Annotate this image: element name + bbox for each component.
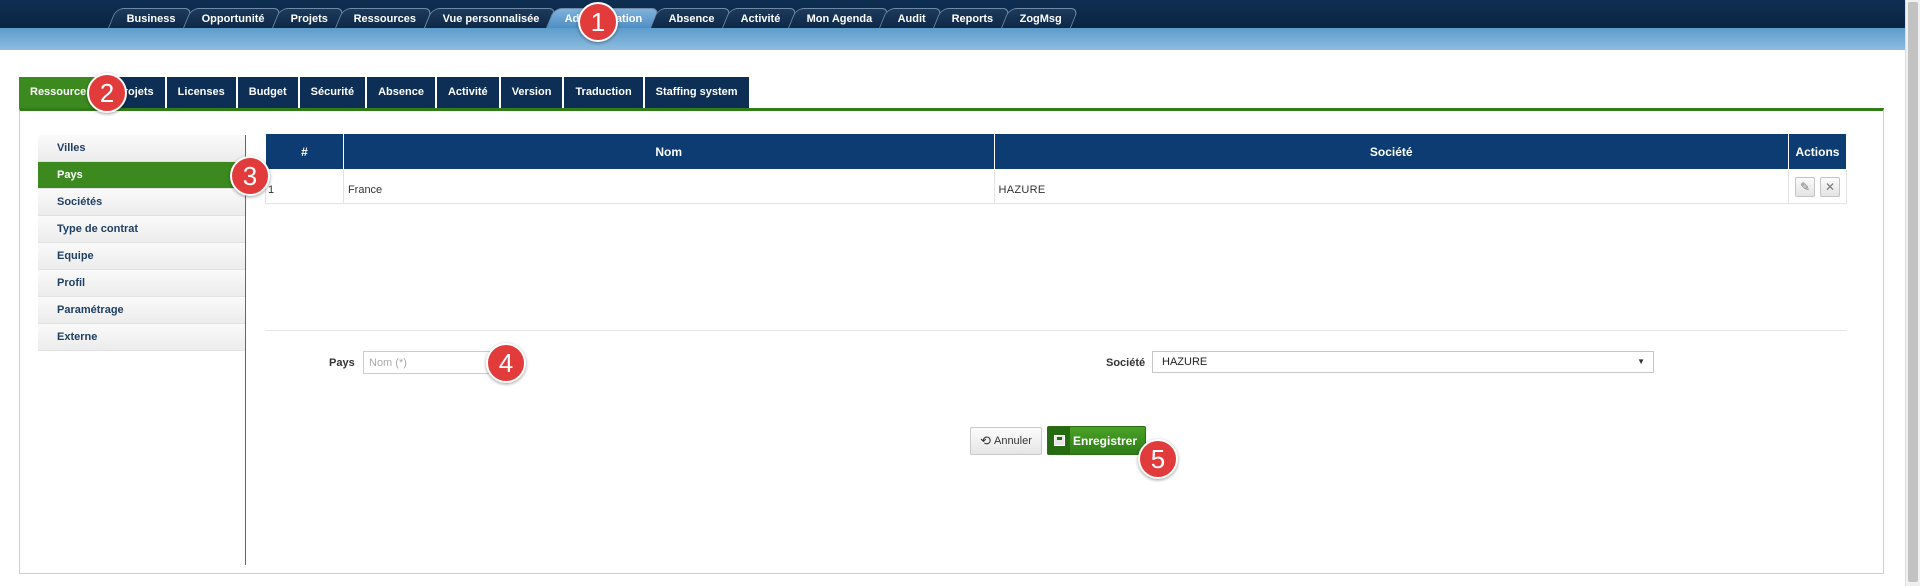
scrollbar-thumb[interactable] <box>1908 2 1918 582</box>
column-header-actions: Actions <box>1787 133 1848 170</box>
top-tab-zogmsg[interactable]: ZogMsg <box>1000 8 1080 28</box>
column-header-societe[interactable]: Société <box>993 133 1789 170</box>
callout-marker-5: 5 <box>1138 439 1178 479</box>
sidebar-item-equipe[interactable]: Equipe <box>38 243 245 270</box>
cancel-button-label: Annuler <box>993 435 1032 447</box>
top-tab-absence[interactable]: Absence <box>649 8 732 28</box>
sidebar-item-parametrage[interactable]: Paramétrage <box>38 297 245 324</box>
sidebar-divider <box>245 135 246 565</box>
sidebar-item-villes[interactable]: Villes <box>38 135 245 162</box>
table-row[interactable]: 1 France HAZURE ✎ ✕ <box>265 169 1848 204</box>
table-header-row: # Nom Société Actions <box>265 133 1848 170</box>
societe-select[interactable]: HAZURE ▼ <box>1152 351 1654 373</box>
top-tab-activite[interactable]: Activité <box>721 8 798 28</box>
sidebar-item-societes[interactable]: Sociétés <box>38 189 245 216</box>
sidebar-item-pays[interactable]: Pays <box>38 162 245 189</box>
sidebar-menu: Villes Pays Sociétés Type de contrat Equ… <box>38 135 245 351</box>
top-tab-label: Opportunité <box>201 13 265 25</box>
subtab-absence[interactable]: Absence <box>367 77 435 108</box>
subtab-traduction[interactable]: Traduction <box>564 77 643 108</box>
top-tab-projets[interactable]: Projets <box>271 8 346 28</box>
sidebar-item-profil[interactable]: Profil <box>38 270 245 297</box>
top-tab-opportunite[interactable]: Opportunité <box>182 8 282 28</box>
callout-marker-2: 2 <box>87 73 127 113</box>
subtab-licenses[interactable]: Licenses <box>166 77 236 108</box>
top-tab-ressources[interactable]: Ressources <box>335 8 434 28</box>
societe-selected-value: HAZURE <box>1162 356 1208 368</box>
pays-nom-input[interactable] <box>363 351 493 374</box>
subtab-version[interactable]: Version <box>500 77 563 108</box>
societe-label: Société <box>1106 357 1146 369</box>
top-tab-label: Ressources <box>353 13 417 25</box>
sidebar-item-type-de-contrat[interactable]: Type de contrat <box>38 216 245 243</box>
subtab-activite[interactable]: Activité <box>436 77 499 108</box>
close-icon: ✕ <box>1824 179 1836 194</box>
top-tab-reports[interactable]: Reports <box>933 8 1011 28</box>
top-tab-label: Activité <box>740 13 781 25</box>
chevron-down-icon: ▼ <box>1637 357 1645 366</box>
admin-subtabs: Ressources Projets Licenses Budget Sécur… <box>19 77 751 108</box>
edit-button[interactable]: ✎ <box>1794 176 1815 197</box>
top-tab-mon-agenda[interactable]: Mon Agenda <box>787 8 890 28</box>
sidebar-item-externe[interactable]: Externe <box>38 324 245 351</box>
cell-num: 1 <box>265 169 344 204</box>
column-header-num[interactable]: # <box>265 133 344 170</box>
save-button[interactable]: Enregistrer <box>1047 426 1146 455</box>
header-gradient-strip <box>0 28 1905 50</box>
pays-label: Pays <box>329 357 355 369</box>
top-navigation-bar: Business Opportunité Projets Ressources … <box>0 0 1905 28</box>
refresh-icon: ⟲ <box>980 433 991 448</box>
top-tab-label: ZogMsg <box>1019 13 1062 25</box>
top-tab-label: Projets <box>290 13 328 25</box>
subtab-staffing-system[interactable]: Staffing system <box>644 77 749 108</box>
floppy-disk-icon <box>1048 427 1070 454</box>
top-tab-label: Absence <box>668 13 715 25</box>
pencil-icon: ✎ <box>1799 179 1811 194</box>
pays-table: # Nom Société Actions 1 France HAZURE ✎ … <box>265 133 1848 204</box>
row-actions: ✎ ✕ <box>1789 176 1846 197</box>
top-tab-label: Vue personnalisée <box>442 13 539 25</box>
top-tab-label: Mon Agenda <box>806 13 872 25</box>
delete-button[interactable]: ✕ <box>1819 176 1840 197</box>
vertical-scrollbar[interactable] <box>1905 0 1920 586</box>
cell-societe: HAZURE <box>993 169 1789 204</box>
top-tab-label: Audit <box>897 13 926 25</box>
cancel-button[interactable]: ⟲ Annuler <box>970 427 1042 455</box>
subtab-budget[interactable]: Budget <box>237 77 298 108</box>
cell-nom: France <box>342 169 995 204</box>
top-tab-vue-personnalisee[interactable]: Vue personnalisée <box>423 8 557 28</box>
cell-actions: ✎ ✕ <box>1787 169 1848 204</box>
column-header-nom[interactable]: Nom <box>342 133 995 170</box>
top-tab-label: Reports <box>951 13 994 25</box>
subtab-securite[interactable]: Sécurité <box>299 77 366 108</box>
form-separator <box>265 330 1847 331</box>
callout-marker-1: 1 <box>578 2 618 42</box>
save-button-label: Enregistrer <box>1073 433 1138 448</box>
callout-marker-4: 4 <box>486 343 526 383</box>
top-tab-business[interactable]: Business <box>107 8 193 28</box>
callout-marker-3: 3 <box>230 156 270 196</box>
top-tab-label: Business <box>126 13 176 25</box>
